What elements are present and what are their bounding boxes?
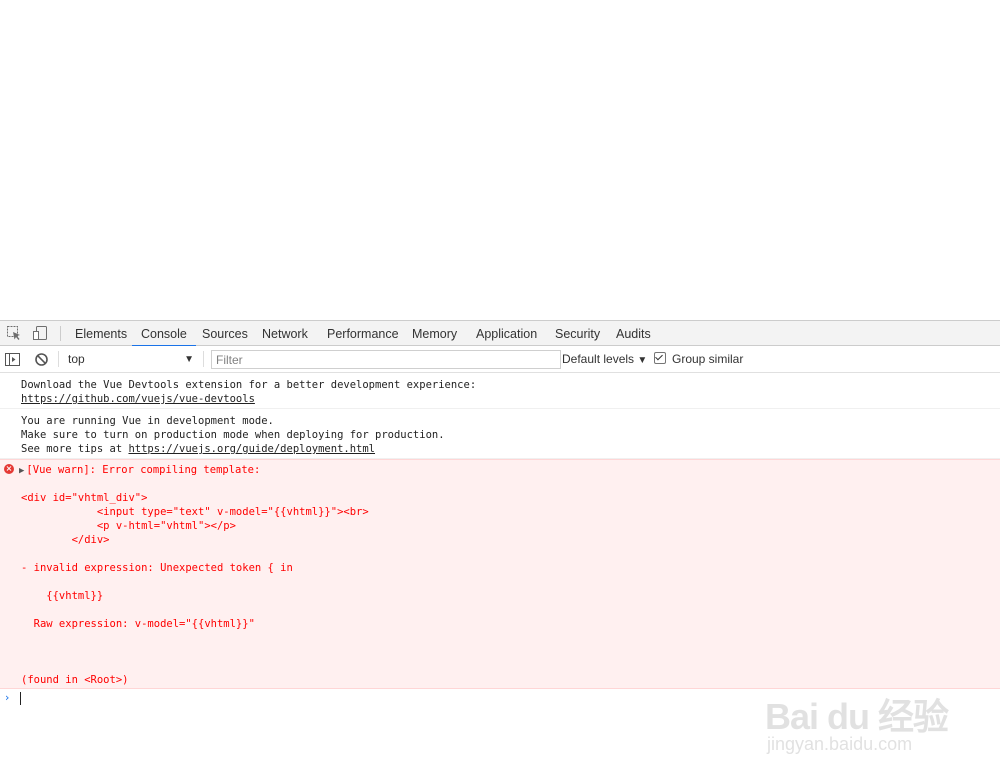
tab-console[interactable]: Console bbox=[132, 321, 196, 347]
console-messages: Download the Vue Devtools extension for … bbox=[0, 373, 1000, 689]
message-prefix: See more tips at bbox=[21, 443, 129, 455]
message-line bbox=[21, 659, 1000, 673]
tab-application[interactable]: Application bbox=[476, 321, 537, 346]
message-line: <div id="vhtml_div"> bbox=[21, 492, 148, 504]
log-levels-label: Default levels bbox=[562, 352, 635, 366]
console-error-message: × ▶ [Vue warn]: Error compiling template: <… bbox=[0, 459, 1000, 689]
expand-triangle-icon[interactable]: ▶ bbox=[19, 466, 24, 476]
tab-sources[interactable]: Sources bbox=[202, 321, 248, 346]
console-log-message: You are running Vue in development mode.… bbox=[0, 409, 1000, 459]
message-line: Raw expression: v-model="{{vhtml}}" bbox=[21, 618, 255, 630]
message-link-line: See more tips at https://vuejs.org/guide… bbox=[21, 442, 1000, 456]
tab-network[interactable]: Network bbox=[262, 321, 308, 346]
devtools-tab-bar: Elements Console Sources Network Performance… bbox=[0, 320, 1000, 347]
error-icon: × bbox=[4, 464, 14, 474]
message-line bbox=[21, 477, 1000, 491]
error-header-text: [Vue warn]: Error compiling template: bbox=[26, 464, 261, 476]
message-line: </div> bbox=[21, 534, 110, 546]
message-link[interactable]: https://github.com/vuejs/vue-devtools bbox=[21, 393, 255, 405]
message-line: <p v-html="vhtml"></p> bbox=[21, 520, 236, 532]
text-cursor bbox=[20, 692, 21, 705]
inspect-element-icon[interactable] bbox=[6, 325, 22, 341]
message-line bbox=[21, 645, 1000, 659]
toolbar-divider bbox=[60, 326, 61, 341]
message-line: (found in <Root>) bbox=[21, 674, 129, 686]
toolbar-divider bbox=[203, 351, 204, 367]
error-header[interactable]: ▶ [Vue warn]: Error compiling template: bbox=[19, 463, 1000, 477]
message-line: Make sure to turn on production mode whe… bbox=[21, 429, 445, 441]
console-log-message: Download the Vue Devtools extension for … bbox=[0, 373, 1000, 409]
tab-audits[interactable]: Audits bbox=[616, 321, 651, 346]
console-toolbar: top ▼ Default levels ▼ Group similar bbox=[0, 346, 1000, 373]
clear-console-icon[interactable] bbox=[34, 352, 49, 367]
message-link-line: https://github.com/vuejs/vue-devtools bbox=[21, 392, 1000, 406]
tab-elements[interactable]: Elements bbox=[75, 321, 127, 346]
message-line bbox=[21, 603, 1000, 617]
tab-performance[interactable]: Performance bbox=[327, 321, 399, 346]
group-similar-toggle[interactable]: Group similar bbox=[654, 352, 743, 366]
message-line: You are running Vue in development mode. bbox=[21, 415, 274, 427]
toolbar-divider bbox=[58, 351, 59, 367]
devtools-panel: Elements Console Sources Network Performance… bbox=[0, 320, 1000, 777]
message-line: - invalid expression: Unexpected token {… bbox=[21, 562, 293, 574]
dropdown-arrow-icon: ▼ bbox=[637, 355, 648, 366]
message-line: <input type="text" v-model="{{vhtml}}"><… bbox=[21, 506, 369, 518]
context-value: top bbox=[68, 352, 85, 366]
prompt-chevron-icon: › bbox=[5, 691, 10, 704]
group-similar-checkbox[interactable] bbox=[654, 352, 666, 364]
dropdown-arrow-icon: ▼ bbox=[184, 354, 194, 365]
message-line: {{vhtml}} bbox=[21, 590, 104, 602]
message-line: Download the Vue Devtools extension for … bbox=[21, 379, 477, 391]
tab-security[interactable]: Security bbox=[555, 321, 600, 346]
page-viewport bbox=[0, 0, 1000, 320]
group-similar-label: Group similar bbox=[672, 352, 744, 366]
log-levels-dropdown[interactable]: Default levels ▼ bbox=[562, 352, 647, 366]
message-line bbox=[21, 631, 1000, 645]
filter-input[interactable] bbox=[211, 350, 561, 369]
message-line bbox=[21, 547, 1000, 561]
context-selector[interactable]: top ▼ bbox=[68, 351, 196, 368]
tab-memory[interactable]: Memory bbox=[412, 321, 457, 346]
console-prompt[interactable]: › bbox=[0, 689, 1000, 709]
message-link[interactable]: https://vuejs.org/guide/deployment.html bbox=[128, 443, 375, 455]
device-toolbar-icon[interactable] bbox=[32, 325, 48, 341]
console-sidebar-icon[interactable] bbox=[5, 352, 20, 367]
message-line bbox=[21, 575, 1000, 589]
